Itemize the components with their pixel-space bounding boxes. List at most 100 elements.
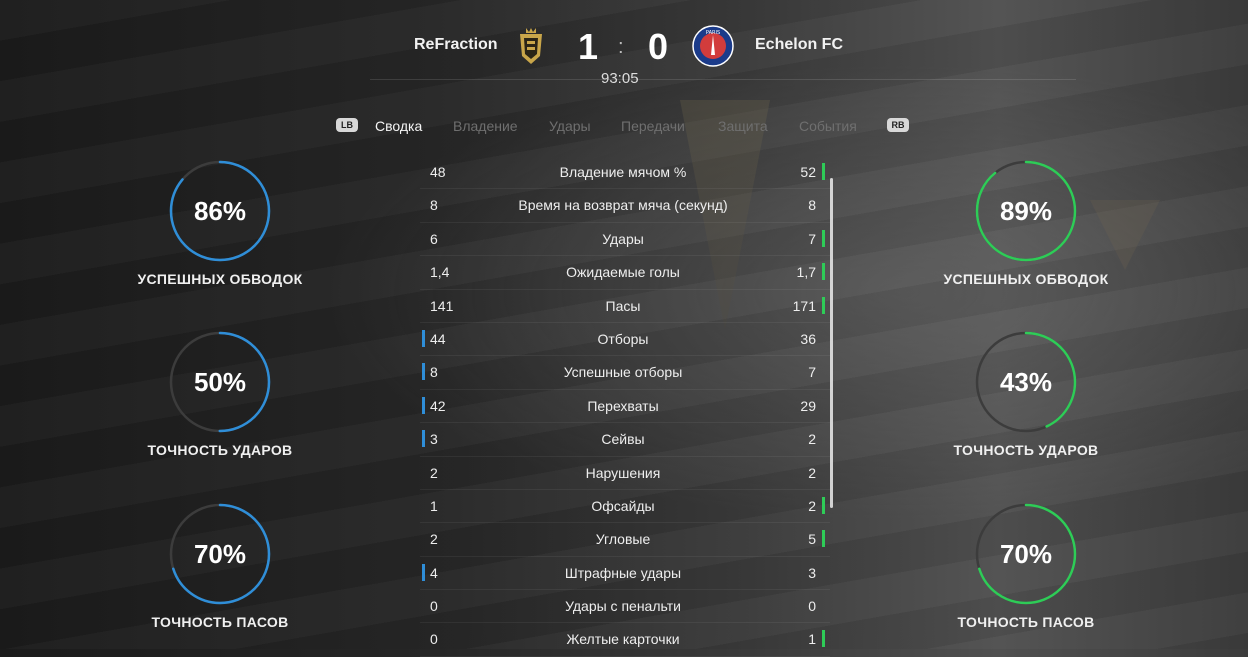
score-separator: : bbox=[618, 36, 624, 58]
away-leader-indicator bbox=[822, 229, 825, 247]
stat-label: Удары bbox=[602, 230, 644, 247]
away-stat-value: 1,7 bbox=[796, 264, 816, 281]
stat-label: Удары с пенальти bbox=[565, 598, 681, 615]
home-shot-accuracy-stat: 50% ТОЧНОСТЬ УДАРОВ bbox=[100, 330, 340, 458]
away-stat-value: 1 bbox=[808, 631, 816, 648]
home-stat-value: 0 bbox=[430, 631, 438, 648]
stat-row: 0 Удары с пенальти 0 bbox=[420, 590, 830, 624]
tab-possession[interactable]: Владение bbox=[453, 118, 518, 134]
away-stat-value: 2 bbox=[808, 431, 816, 448]
home-stat-value: 4 bbox=[430, 564, 438, 581]
away-stat-value: 171 bbox=[792, 297, 816, 314]
home-score: 1 bbox=[578, 26, 599, 67]
home-stat-value: 0 bbox=[430, 598, 438, 615]
tab-defense[interactable]: Защита bbox=[718, 118, 768, 134]
stat-label: Владение мячом % bbox=[559, 164, 687, 180]
stat-label: Штрафные удары bbox=[564, 564, 682, 581]
stat-percentage: 70% bbox=[999, 539, 1053, 569]
away-leader-indicator bbox=[822, 496, 825, 514]
stat-label: Успешные отборы bbox=[563, 364, 683, 381]
away-leader-indicator bbox=[822, 296, 825, 314]
stat-row: 44 Отборы 36 bbox=[420, 323, 830, 357]
home-stat-value: 2 bbox=[430, 531, 438, 548]
home-team-crest-icon bbox=[520, 28, 542, 64]
stat-label: ТОЧНОСТЬ УДАРОВ bbox=[147, 442, 293, 458]
stat-label: Пасы bbox=[605, 297, 641, 314]
header-divider bbox=[370, 79, 1076, 80]
away-leader-indicator bbox=[822, 163, 825, 180]
stat-row: 6 Удары 7 bbox=[420, 223, 830, 257]
away-stat-value: 52 bbox=[800, 164, 816, 180]
stats-scrollbar[interactable] bbox=[830, 178, 833, 508]
stat-label: Угловые bbox=[595, 531, 651, 548]
stat-percentage: 70% bbox=[193, 539, 247, 569]
stat-row: 141 Пасы 171 bbox=[420, 290, 830, 323]
stat-label: Ожидаемые голы bbox=[566, 264, 680, 281]
stat-label: Нарушения bbox=[585, 464, 661, 481]
away-stat-value: 36 bbox=[800, 330, 816, 347]
stat-row: 1 Офсайды 2 bbox=[420, 490, 830, 524]
away-dribble-success-stat: 89% УСПЕШНЫХ ОБВОДОК bbox=[906, 159, 1146, 287]
stat-label: Время на возврат мяча (секунд) bbox=[518, 197, 728, 214]
away-score: 0 bbox=[648, 26, 669, 67]
stat-row: 4 Штрафные удары 3 bbox=[420, 557, 830, 591]
away-shot-accuracy-stat: 43% ТОЧНОСТЬ УДАРОВ bbox=[906, 330, 1146, 458]
tab-shots[interactable]: Удары bbox=[549, 118, 591, 134]
away-stat-value: 29 bbox=[800, 397, 816, 414]
tab-events[interactable]: События bbox=[799, 118, 857, 134]
stat-label: Перехваты bbox=[587, 397, 659, 414]
home-leader-indicator bbox=[422, 396, 425, 414]
stat-percentage: 89% bbox=[999, 196, 1053, 226]
away-stat-value: 0 bbox=[808, 598, 816, 615]
home-dribble-success-stat: 86% УСПЕШНЫХ ОБВОДОК bbox=[100, 159, 340, 287]
away-team-crest-icon: PARIS bbox=[692, 25, 734, 67]
stat-row: 3 Сейвы 2 bbox=[420, 423, 830, 457]
stat-row: 1,4 Ожидаемые голы 1,7 bbox=[420, 256, 830, 290]
away-stat-value: 2 bbox=[808, 497, 816, 514]
home-stat-value: 48 bbox=[430, 164, 446, 180]
rb-button-hint[interactable]: RB bbox=[887, 118, 909, 132]
home-stat-value: 2 bbox=[430, 464, 438, 481]
match-stats-table: 48 Владение мячом % 52 8 Время на возврат мя… bbox=[420, 156, 830, 657]
away-stat-value: 8 bbox=[808, 197, 816, 214]
home-stat-value: 141 bbox=[430, 297, 454, 314]
away-team-name: Echelon FC bbox=[755, 36, 844, 53]
away-stat-value: 3 bbox=[808, 564, 816, 581]
stat-percentage: 43% bbox=[999, 367, 1053, 397]
home-stat-value: 6 bbox=[430, 230, 438, 247]
away-stat-value: 7 bbox=[808, 230, 816, 247]
away-stat-value: 2 bbox=[808, 464, 816, 481]
stat-row: 42 Перехваты 29 bbox=[420, 390, 830, 424]
away-leader-indicator bbox=[822, 630, 825, 648]
away-stat-value: 5 bbox=[808, 531, 816, 548]
stat-label: Желтые карточки bbox=[566, 631, 680, 648]
away-pass-accuracy-stat: 70% ТОЧНОСТЬ ПАСОВ bbox=[906, 502, 1146, 630]
home-leader-indicator bbox=[422, 363, 425, 381]
scoreboard: ReFraction 1 : 0 PARIS Echelon FC 93:05 bbox=[0, 0, 1248, 110]
away-crest-text: PARIS bbox=[706, 30, 720, 36]
home-stat-value: 1 bbox=[430, 497, 438, 514]
home-team-name: ReFraction bbox=[414, 36, 498, 53]
stat-row: 8 Время на возврат мяча (секунд) 8 bbox=[420, 189, 830, 223]
home-stat-value: 44 bbox=[430, 330, 446, 347]
tab-passes[interactable]: Передачи bbox=[621, 118, 685, 134]
home-stat-value: 42 bbox=[430, 397, 446, 414]
lb-button-hint[interactable]: LB bbox=[336, 118, 358, 132]
stat-percentage: 86% bbox=[193, 196, 247, 226]
stat-label: УСПЕШНЫХ ОБВОДОК bbox=[137, 271, 303, 287]
home-leader-indicator bbox=[422, 563, 425, 581]
stat-row: 48 Владение мячом % 52 bbox=[420, 156, 830, 190]
away-leader-indicator bbox=[822, 530, 825, 548]
stat-row: 2 Угловые 5 bbox=[420, 523, 830, 557]
stat-percentage: 50% bbox=[193, 367, 247, 397]
stat-label: Офсайды bbox=[591, 497, 655, 514]
home-pass-accuracy-stat: 70% ТОЧНОСТЬ ПАСОВ bbox=[100, 502, 340, 630]
stat-label: Сейвы bbox=[601, 431, 645, 448]
tab-summary[interactable]: Сводка bbox=[375, 118, 422, 134]
home-stat-value: 8 bbox=[430, 364, 438, 381]
stat-row: 0 Желтые карточки 1 bbox=[420, 623, 830, 657]
home-stat-value: 8 bbox=[430, 197, 438, 214]
home-leader-indicator bbox=[422, 430, 425, 448]
stat-label: ТОЧНОСТЬ УДАРОВ bbox=[953, 442, 1099, 458]
home-leader-indicator bbox=[422, 329, 425, 347]
